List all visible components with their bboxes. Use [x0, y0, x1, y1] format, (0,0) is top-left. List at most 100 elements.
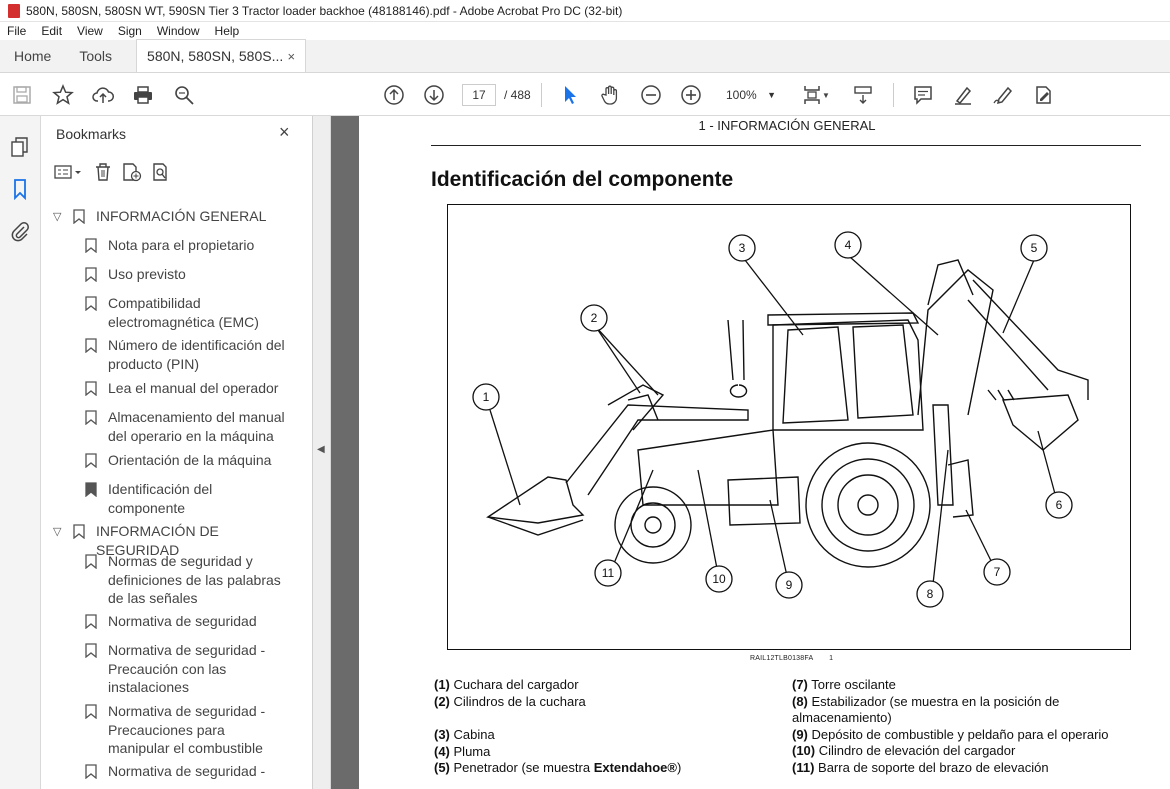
bookmark-icon [85, 238, 97, 253]
legend-right: (7) Torre oscilante (8) Estabilizador (s… [792, 677, 1142, 776]
bookmark-item[interactable]: Nota para el propietario [85, 236, 285, 255]
bookmark-label: Lea el manual del operador [108, 380, 279, 396]
page-thumbnails-icon[interactable] [9, 136, 31, 158]
scroll-mode-icon[interactable] [851, 83, 875, 107]
chevron-down-icon[interactable]: ▽ [53, 523, 67, 559]
bookmark-icon [85, 381, 97, 396]
page-total: / 488 [504, 88, 531, 102]
bookmark-item[interactable]: Uso previsto [85, 265, 285, 284]
bookmark-label: Orientación de la máquina [108, 452, 272, 468]
select-cursor-icon[interactable] [558, 83, 582, 107]
bookmark-label: Uso previsto [108, 266, 186, 282]
delete-bookmark-icon[interactable] [93, 162, 113, 187]
page-up-icon[interactable] [382, 83, 406, 107]
star-icon[interactable] [51, 83, 75, 107]
callout-label: 6 [1056, 498, 1063, 512]
print-icon[interactable] [131, 83, 155, 107]
legend-row: (3) Cabina [434, 727, 495, 742]
bookmark-item[interactable]: Normativa de seguridad - Precaución con … [85, 641, 285, 697]
zoom-in-icon[interactable] [679, 83, 703, 107]
figure-number: 1 [829, 655, 834, 662]
menu-file[interactable]: File [0, 24, 34, 38]
menu-window[interactable]: Window [150, 24, 208, 38]
zoom-out-icon[interactable] [639, 83, 663, 107]
window-title: 580N, 580SN, 580SN WT, 590SN Tier 3 Trac… [26, 3, 623, 18]
attachments-paperclip-icon[interactable] [9, 220, 31, 242]
bookmark-item[interactable]: Lea el manual del operador [85, 379, 285, 398]
legend-left: (1) Cuchara del cargador (2) Cilindros d… [434, 677, 764, 777]
bookmark-item[interactable]: Normas de seguridad y definiciones de la… [85, 552, 285, 608]
bookmark-icon [85, 764, 97, 779]
save-icon[interactable] [10, 83, 34, 107]
search-icon[interactable] [172, 83, 196, 107]
cloud-upload-icon[interactable] [91, 83, 115, 107]
legend-row: (8) Estabilizador (se muestra en la posi… [792, 693, 1060, 726]
bookmark-label: Nota para el propietario [108, 237, 255, 253]
menu-edit[interactable]: Edit [34, 24, 70, 38]
bookmark-icon [85, 643, 97, 658]
bookmark-label: Normativa de seguridad - [108, 763, 266, 779]
highlight-pen-icon[interactable] [951, 83, 975, 107]
acrobat-app-icon [8, 3, 20, 18]
fill-sign-icon[interactable] [1031, 83, 1055, 107]
draw-signature-icon[interactable] [991, 83, 1015, 107]
page-down-icon[interactable] [422, 83, 446, 107]
bookmark-item[interactable]: Normativa de seguridad - Precauciones pa… [85, 702, 285, 758]
bookmarks-tree: ▽ INFORMACIÓN GENERAL Nota para el propi… [41, 202, 291, 789]
zoom-value: 100% [726, 88, 757, 102]
tab-home[interactable]: Home [0, 39, 65, 72]
bookmark-item[interactable]: Orientación de la máquina [85, 451, 285, 470]
bookmarks-toolbar [53, 162, 173, 186]
menu-view[interactable]: View [70, 24, 111, 38]
bookmark-label: Normas de seguridad y definiciones de la… [108, 553, 281, 606]
bookmark-search-icon[interactable] [151, 162, 173, 187]
comment-icon[interactable] [911, 83, 935, 107]
bookmark-options-icon[interactable] [53, 162, 85, 187]
tab-document-label: 580N, 580SN, 580S... [147, 48, 284, 64]
bookmark-icon [85, 453, 97, 468]
tab-document[interactable]: 580N, 580SN, 580S... × [136, 39, 307, 72]
chevron-down-icon[interactable]: ▽ [53, 208, 67, 227]
toolbar-divider [893, 83, 894, 107]
bookmark-label: Normativa de seguridad - Precauciones pa… [108, 703, 266, 756]
bookmark-icon [85, 482, 97, 497]
collapse-panel-icon[interactable]: ◀ [317, 444, 325, 455]
bookmark-item-informacion-general[interactable]: ▽ INFORMACIÓN GENERAL [53, 207, 266, 227]
tab-bar: Home Tools 580N, 580SN, 580S... × [0, 39, 1170, 73]
bookmark-item[interactable]: Normativa de seguridad [85, 612, 285, 631]
bookmark-icon [85, 338, 97, 353]
bookmarks-panel-icon[interactable] [9, 178, 31, 201]
bookmark-item[interactable]: Número de identificación del producto (P… [85, 336, 285, 373]
callout-label: 11 [602, 566, 615, 580]
tab-tools[interactable]: Tools [65, 39, 126, 72]
zoom-select[interactable]: 100% ▼ [720, 84, 782, 106]
bookmark-item[interactable]: Almacenamiento del manual del operario e… [85, 408, 285, 445]
new-bookmark-icon[interactable] [121, 162, 143, 187]
bookmark-item[interactable]: Normativa de seguridad - [85, 762, 285, 781]
hand-tool-icon[interactable] [598, 83, 622, 107]
pdf-page: 1 - INFORMACIÓN GENERAL Identificación d… [359, 116, 1170, 789]
page-title: Identificación del componente [431, 168, 734, 191]
bookmarks-close-icon[interactable]: × [279, 122, 290, 143]
bookmarks-panel: Bookmarks × ▽ INFORMACIÓN GENERAL Nota p… [41, 116, 347, 789]
bookmark-icon [85, 267, 97, 282]
bookmark-label: Normativa de seguridad [108, 613, 257, 629]
tab-close-icon[interactable]: × [287, 49, 295, 64]
fit-dropdown-icon[interactable]: ▼ [820, 83, 832, 107]
callout-label: 7 [994, 565, 1001, 579]
menu-help[interactable]: Help [208, 24, 248, 38]
bookmark-item-selected[interactable]: Identificación del componente [85, 480, 285, 517]
bookmark-label: INFORMACIÓN GENERAL [96, 208, 267, 224]
bookmark-item[interactable]: Compatibilidad electromagnética (EMC) [85, 294, 285, 331]
callout-label: 10 [712, 572, 726, 586]
bookmark-label: Número de identificación del producto (P… [108, 337, 285, 372]
page-number-input[interactable]: 17 [462, 84, 496, 106]
left-navigation-rail [0, 116, 41, 789]
main-toolbar: 17 / 488 100% ▼ ▼ [0, 73, 1170, 116]
figure-reference: RAIL12TLB0138FA 1 [750, 655, 833, 662]
bookmark-label: Compatibilidad electromagnética (EMC) [108, 295, 259, 330]
callout-label: 2 [591, 311, 598, 325]
menu-sign[interactable]: Sign [111, 24, 150, 38]
panel-splitter[interactable]: ◀ [313, 116, 331, 789]
figure-ref-code: RAIL12TLB0138FA [750, 655, 813, 662]
